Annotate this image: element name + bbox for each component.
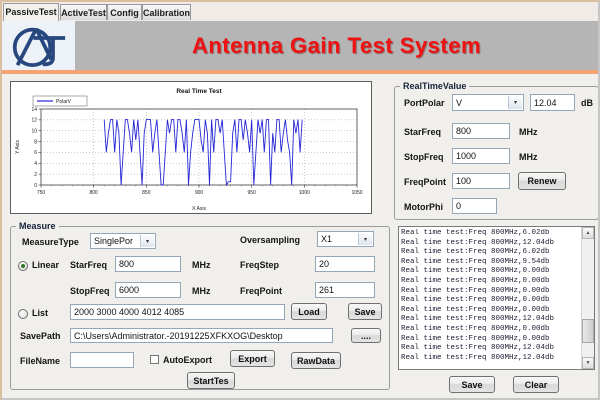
m-starfreq-field[interactable] bbox=[115, 256, 181, 272]
svg-text:12: 12 bbox=[31, 118, 37, 124]
svg-text:1000: 1000 bbox=[299, 190, 310, 196]
filename-field[interactable] bbox=[70, 352, 134, 368]
tab-activetest[interactable]: ActiveTest bbox=[60, 4, 107, 20]
rt-starfreq-label: StarFreq bbox=[404, 127, 441, 137]
measure-group-title: Measure bbox=[16, 221, 59, 231]
svg-text:800: 800 bbox=[89, 190, 98, 196]
rt-stopfreq-field[interactable] bbox=[452, 148, 510, 164]
realtime-chart: 750 800 850 900 950 1000 1050 0 2 4 6 8 10 12 14 Real T… bbox=[10, 81, 372, 214]
m-stopfreq-label: StopFreq bbox=[70, 286, 110, 296]
svg-text:14: 14 bbox=[31, 107, 37, 113]
svg-text:1050: 1050 bbox=[351, 190, 362, 196]
autoexport-checkbox[interactable] bbox=[150, 355, 159, 364]
linear-label: Linear bbox=[32, 260, 59, 270]
rt-stopfreq-unit: MHz bbox=[519, 152, 538, 162]
svg-text:850: 850 bbox=[142, 190, 151, 196]
motorphi-label: MotorPhi bbox=[404, 202, 443, 212]
linear-radio[interactable] bbox=[18, 261, 28, 271]
motorphi-field[interactable] bbox=[452, 198, 497, 214]
log-scrollbar[interactable]: ▲ ▼ bbox=[581, 227, 594, 369]
svg-text:8: 8 bbox=[34, 139, 37, 145]
m-freqpoint-label: FreqPoint bbox=[240, 286, 282, 296]
rawdata-button[interactable]: RawData bbox=[291, 352, 341, 369]
tab-calibration[interactable]: Calibration bbox=[142, 4, 191, 20]
app-title: Antenna Gain Test System bbox=[75, 21, 598, 70]
log-save-button[interactable]: Save bbox=[449, 376, 495, 393]
agt-logo-icon bbox=[2, 21, 75, 70]
m-stopfreq-unit: MHz bbox=[192, 286, 211, 296]
svg-text:950: 950 bbox=[247, 190, 256, 196]
browse-button[interactable]: .... bbox=[351, 328, 381, 343]
svg-text:PolarV: PolarV bbox=[56, 99, 72, 105]
log-output[interactable]: Real time test:Freq 800MHz,6.02dbReal ti… bbox=[398, 226, 595, 370]
log-clear-button[interactable]: Clear bbox=[513, 376, 559, 393]
rt-starfreq-field[interactable] bbox=[452, 123, 510, 139]
measuretype-label: MeasureType bbox=[22, 237, 79, 247]
chevron-down-icon[interactable]: ▾ bbox=[508, 96, 522, 109]
app-window: PassiveTest ActiveTest Config Calibratio… bbox=[0, 0, 600, 400]
svg-text:X Axis: X Axis bbox=[192, 206, 206, 212]
filename-label: FileName bbox=[20, 356, 60, 366]
scroll-up-icon[interactable]: ▲ bbox=[582, 227, 594, 239]
portpolar-label: PortPolar bbox=[404, 98, 445, 108]
load-button[interactable]: Load bbox=[291, 303, 327, 320]
chevron-down-icon[interactable]: ▾ bbox=[358, 233, 372, 245]
list-field[interactable] bbox=[70, 304, 285, 320]
oversampling-select[interactable]: X1 ▾ bbox=[317, 231, 374, 247]
tab-passivetest[interactable]: PassiveTest bbox=[3, 3, 59, 21]
oversampling-value: X1 bbox=[321, 234, 332, 244]
chevron-down-icon[interactable]: ▾ bbox=[140, 235, 154, 247]
svg-text:2: 2 bbox=[34, 172, 37, 178]
rt-freqpoint-label: FreqPoint bbox=[404, 177, 446, 187]
gain-value-field[interactable] bbox=[530, 94, 575, 111]
measuretype-value: SinglePor bbox=[94, 236, 133, 246]
scroll-down-icon[interactable]: ▼ bbox=[582, 357, 594, 369]
portpolar-select[interactable]: V ▾ bbox=[452, 94, 524, 111]
tab-config[interactable]: Config bbox=[107, 4, 142, 20]
svg-text:900: 900 bbox=[195, 190, 204, 196]
rt-stopfreq-label: StopFreq bbox=[404, 152, 444, 162]
rt-starfreq-unit: MHz bbox=[519, 127, 538, 137]
log-lines: Real time test:Freq 800MHz,6.02dbReal ti… bbox=[401, 229, 580, 367]
header: Antenna Gain Test System bbox=[2, 21, 598, 70]
list-label: List bbox=[32, 308, 48, 318]
m-starfreq-unit: MHz bbox=[192, 260, 211, 270]
starttest-button[interactable]: StartTes bbox=[187, 372, 235, 389]
list-save-button[interactable]: Save bbox=[348, 303, 382, 320]
list-radio[interactable] bbox=[18, 309, 28, 319]
svg-text:750: 750 bbox=[37, 190, 46, 196]
m-starfreq-label: StarFreq bbox=[70, 260, 107, 270]
svg-text:Y Axis: Y Axis bbox=[15, 140, 21, 154]
realtimevalue-group-title: RealTimeValue bbox=[400, 81, 469, 91]
svg-text:4: 4 bbox=[34, 161, 37, 167]
freqstep-label: FreqStep bbox=[240, 260, 279, 270]
svg-text:6: 6 bbox=[34, 150, 37, 156]
svg-text:0: 0 bbox=[34, 183, 37, 189]
oversampling-label: Oversampling bbox=[240, 235, 300, 245]
freqstep-field[interactable] bbox=[315, 256, 375, 272]
renew-button[interactable]: Renew bbox=[518, 172, 566, 190]
measuretype-select[interactable]: SinglePor ▾ bbox=[90, 233, 156, 249]
m-stopfreq-field[interactable] bbox=[115, 282, 181, 298]
savepath-field[interactable] bbox=[70, 328, 333, 343]
savepath-label: SavePath bbox=[20, 331, 61, 341]
rt-freqpoint-field[interactable] bbox=[452, 173, 510, 189]
m-freqpoint-field[interactable] bbox=[315, 282, 375, 298]
autoexport-label: AutoExport bbox=[163, 355, 212, 365]
svg-text:Real Time Test: Real Time Test bbox=[176, 88, 222, 95]
svg-text:10: 10 bbox=[31, 129, 37, 135]
portpolar-value: V bbox=[456, 98, 462, 108]
export-button[interactable]: Export bbox=[230, 350, 275, 367]
tab-bar: PassiveTest ActiveTest Config Calibratio… bbox=[2, 2, 598, 22]
gain-unit-label: dB bbox=[581, 98, 593, 108]
scrollbar-thumb[interactable] bbox=[582, 319, 594, 343]
header-accent-line bbox=[2, 70, 598, 74]
